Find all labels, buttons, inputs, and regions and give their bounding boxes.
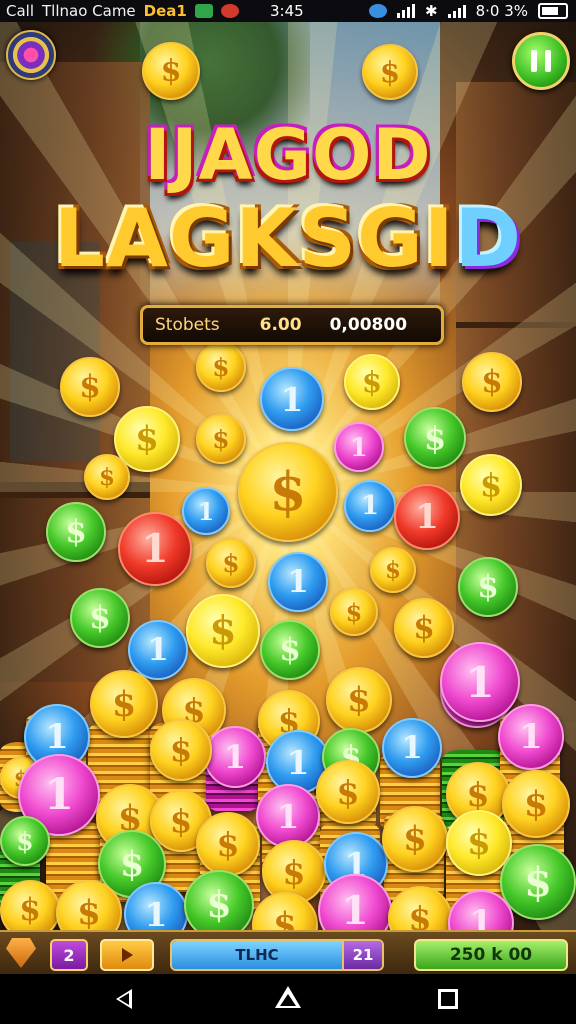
bet-value: 6.00 xyxy=(259,315,302,335)
pause-icon xyxy=(531,50,551,72)
game-title-line-1: IJAGOD xyxy=(144,114,432,196)
flying-coin-gold-21: $ xyxy=(370,547,416,593)
pile-coin-gold-16: $ xyxy=(316,760,380,824)
pile-coin-pink-9: 1 xyxy=(440,642,520,722)
flying-coin-green-22: $ xyxy=(458,557,518,617)
pile-coin-pink-4: 1 xyxy=(204,726,266,788)
score-panel: Stobets 6.00 0,00800 xyxy=(140,305,444,345)
flying-coin-blue-15: 1 xyxy=(344,480,396,532)
flying-coin-gold-14: $ xyxy=(238,442,338,542)
notification-icon-2 xyxy=(220,4,239,18)
flying-coin-gold-3: $ xyxy=(196,342,246,392)
gem-medallion-icon[interactable] xyxy=(6,30,56,80)
pile-coin-green-19: $ xyxy=(0,816,50,866)
game-title-line-2: LAGKSGID xyxy=(0,192,576,285)
pile-coin-blue-8: 1 xyxy=(382,718,442,778)
progress-label: TLHC xyxy=(235,946,279,964)
flying-coin-pink-10: 1 xyxy=(334,422,384,472)
status-text-deal: Dea1 xyxy=(143,2,187,20)
flying-coin-gold-29: $ xyxy=(326,667,392,733)
pile-coin-pink-15: 1 xyxy=(256,784,320,848)
battery-percent: 8·0 3% xyxy=(475,2,528,20)
status-bar: Call Tllnao Came Dea1 3:45 ✱ 8·0 3% xyxy=(0,0,576,22)
progress-bar: TLHC 21 xyxy=(170,939,384,971)
back-icon[interactable] xyxy=(112,986,138,1012)
game-title-line-2-main: LAGKSGI xyxy=(54,192,455,285)
play-icon xyxy=(121,948,133,962)
flying-coin-gold-2: $ xyxy=(60,357,120,417)
flying-coin-gold-26: $ xyxy=(394,598,454,658)
pile-coin-gold-21: $ xyxy=(196,812,260,876)
recent-apps-icon[interactable] xyxy=(438,989,458,1009)
status-time: 3:45 xyxy=(270,2,304,20)
chest-icon[interactable] xyxy=(6,938,36,968)
status-text-app: Tllnao Came xyxy=(42,2,136,20)
wifi-signal-icon xyxy=(447,4,466,18)
flying-coin-gold-8: $ xyxy=(196,414,246,464)
flying-coin-green-16: $ xyxy=(46,502,106,562)
bluetooth-icon xyxy=(369,4,387,18)
notification-icon xyxy=(194,4,213,18)
flying-coin-blue-20: 1 xyxy=(268,552,328,612)
flying-coin-blue-27: 1 xyxy=(128,620,188,680)
score-label: Stobets xyxy=(155,315,220,335)
pile-coin-gold-2: $ xyxy=(90,670,158,738)
pile-coin-gold-12: $ xyxy=(150,719,212,781)
settings-icon: ✱ xyxy=(425,2,438,20)
pile-coin-pink-10: 1 xyxy=(498,704,564,770)
battery-icon xyxy=(538,3,568,19)
game-title-line-2-accent: D xyxy=(454,192,522,285)
flying-coin-yellow-4: $ xyxy=(344,354,400,410)
flying-coin-yellow-24: $ xyxy=(186,594,260,668)
pile-coin-green-26: $ xyxy=(500,844,576,920)
flying-coin-gold-1: $ xyxy=(362,44,418,100)
game-screen: Call Tllnao Came Dea1 3:45 ✱ 8·0 3% $ $ … xyxy=(0,0,576,1024)
coin-total[interactable]: 250 k 00 xyxy=(414,939,568,971)
navigation-bar xyxy=(0,974,576,1024)
pile-coin-gold-24: $ xyxy=(382,806,448,872)
signal-icon xyxy=(397,4,415,18)
flying-coin-green-28: $ xyxy=(260,620,320,680)
flying-coin-blue-13: 1 xyxy=(182,487,230,535)
home-icon[interactable] xyxy=(275,986,301,1012)
flying-coin-red-18: 1 xyxy=(394,484,460,550)
flying-coin-gold-5: $ xyxy=(462,352,522,412)
flying-coin-green-9: $ xyxy=(404,407,466,469)
status-text-call: Call xyxy=(6,2,35,20)
flying-coin-gold-11: $ xyxy=(84,454,130,500)
game-scene: $$$$$$1$$$1$$1$1$11$1$$$$$$1$$1 IJAGOD L… xyxy=(0,22,576,930)
flying-coin-gold-0: $ xyxy=(142,42,200,100)
level-badge[interactable]: 2 xyxy=(50,939,88,971)
flying-coin-green-23: $ xyxy=(70,588,130,648)
balance-value: 0,00800 xyxy=(329,315,408,335)
flying-coin-blue-6: 1 xyxy=(260,367,324,431)
flying-coin-red-17: 1 xyxy=(118,512,192,586)
flying-coin-gold-25: $ xyxy=(330,588,378,636)
flying-coin-gold-19: $ xyxy=(206,538,256,588)
play-button[interactable] xyxy=(100,939,154,971)
bottom-hud: 2 TLHC 21 250 k 00 xyxy=(0,930,576,976)
pile-coin-gold-18: $ xyxy=(502,770,570,838)
progress-count: 21 xyxy=(342,941,382,969)
pause-button[interactable] xyxy=(512,32,570,90)
flying-coin-yellow-12: $ xyxy=(460,454,522,516)
